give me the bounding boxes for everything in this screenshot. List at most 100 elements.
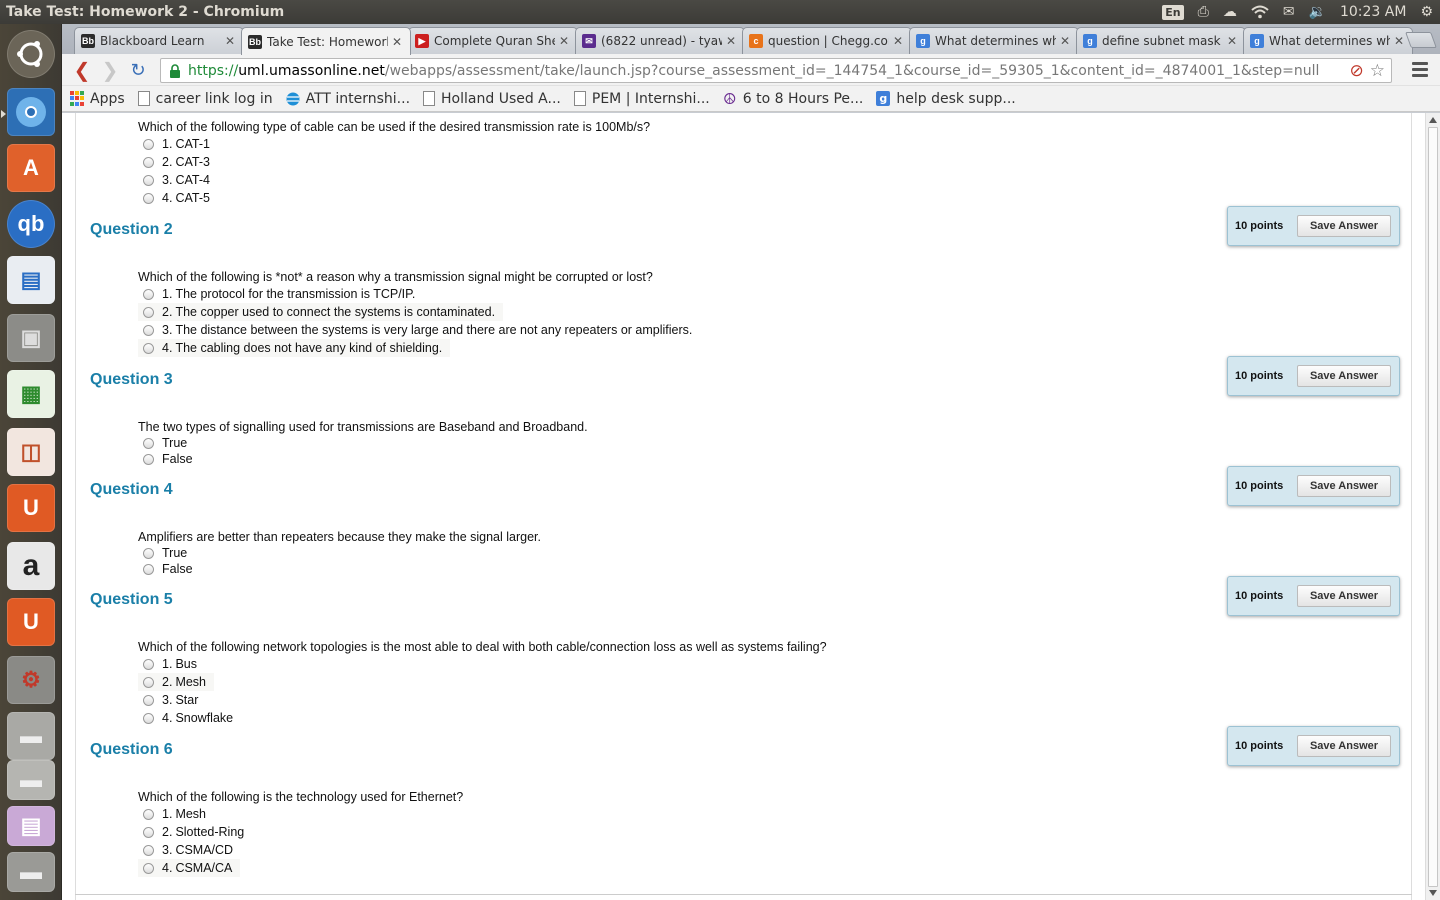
radio-button[interactable] [143,288,154,300]
answer-option[interactable]: 3. CAT-4 [138,171,218,189]
menu-icon[interactable] [1412,60,1428,78]
trash-icon[interactable]: ▬ [7,852,55,892]
url-text[interactable]: https://uml.umassonline.net/webapps/asse… [188,63,1319,79]
clock[interactable]: 10:23 AM [1340,4,1406,20]
radio-button[interactable] [143,156,154,168]
tab-close-icon[interactable]: ✕ [225,34,237,48]
amazon-icon[interactable]: a [7,542,55,590]
tab-close-icon[interactable]: ✕ [559,34,571,48]
new-tab-button[interactable] [1405,32,1437,48]
back-arrow-icon[interactable]: ❮ [70,58,94,82]
files-icon[interactable]: ▣ [7,314,55,362]
tab-7[interactable]: g define subnet mask - ✕ [1076,27,1246,54]
bookmark-help-desk[interactable]: g help desk supp... [876,91,1016,107]
radio-button[interactable] [143,342,154,354]
blocked-content-icon[interactable]: ⊘ [1350,61,1364,81]
answer-option[interactable]: 3. Star [138,691,206,709]
reload-icon[interactable]: ↻ [126,58,150,82]
tab-close-icon[interactable]: ✕ [392,35,404,49]
radio-button[interactable] [143,324,154,336]
save-answer-button[interactable]: Save Answer [1297,365,1391,387]
radio-button[interactable] [143,306,154,318]
save-answer-button[interactable]: Save Answer [1297,735,1391,757]
tab-close-icon[interactable]: ✕ [1394,34,1406,48]
answer-option[interactable]: 2. Slotted-Ring [138,823,252,841]
mail-icon[interactable]: ✉ [1283,4,1295,20]
radio-button[interactable] [143,192,154,204]
cloud-icon[interactable]: ☁ [1223,4,1237,20]
bookmark-att[interactable]: ATT internshi... [286,91,410,107]
writer-icon[interactable]: ▤ [7,256,55,304]
system-settings-icon[interactable]: ⚙ [7,656,55,704]
answer-option[interactable]: False [138,450,201,468]
tab-2[interactable]: Bb Take Test: Homework ✕ [241,27,411,55]
address-bar[interactable]: https://uml.umassonline.net/webapps/asse… [160,58,1392,83]
forward-arrow-icon[interactable]: ❯ [98,58,122,82]
radio-button[interactable] [143,453,154,465]
radio-button[interactable] [143,437,154,449]
calc-icon[interactable]: ▦ [7,370,55,418]
scrollbar-thumb[interactable] [1428,127,1438,887]
radio-button[interactable] [143,712,154,724]
save-answer-button[interactable]: Save Answer [1297,585,1391,607]
radio-button[interactable] [143,547,154,559]
dvd-drive-icon[interactable]: ▬ [7,760,55,800]
wifi-icon[interactable] [1251,5,1269,19]
tab-close-icon[interactable]: ✕ [1227,34,1239,48]
tab-1[interactable]: Bb Blackboard Learn ✕ [74,27,244,54]
answer-option[interactable]: 1. CAT-1 [138,135,218,153]
answer-option[interactable]: 1. Bus [138,655,205,673]
bookmark-6-to-8-hours[interactable]: ☮ 6 to 8 Hours Pe... [723,90,863,108]
printer-icon[interactable]: ⎙ [1198,4,1209,20]
bookmark-career-link[interactable]: career link log in [137,91,273,107]
gear-icon[interactable]: ⚙ [1420,4,1433,20]
keyboard-layout-indicator[interactable]: En [1162,4,1184,20]
bookmark-holland[interactable]: Holland Used A... [423,91,561,107]
qbittorrent-icon[interactable]: qb [7,200,55,248]
radio-button[interactable] [143,174,154,186]
drive-icon[interactable]: ▬ [7,712,55,760]
answer-option[interactable]: 1. The protocol for the transmission is T… [138,285,423,303]
software-center-icon[interactable]: A [7,144,55,192]
volume-icon[interactable]: 🔉 [1309,4,1326,20]
answer-option[interactable]: 2. Mesh [138,673,215,691]
tab-close-icon[interactable]: ✕ [726,34,738,48]
radio-button[interactable] [143,844,154,856]
vertical-scrollbar[interactable] [1425,113,1440,900]
bookmark-star-icon[interactable]: ☆ [1370,61,1385,81]
removable-media-icon[interactable]: ▤ [7,806,55,846]
dash-home-icon[interactable] [7,30,55,78]
ubuntu-one-icon[interactable]: U [7,484,55,532]
scroll-down-arrow-icon[interactable] [1429,890,1437,896]
tab-4[interactable]: ✉ (6822 unread) - tyaw ✕ [575,27,745,54]
bookmark-pem[interactable]: PEM | Internshi... [573,91,710,107]
answer-option[interactable]: 4. CSMA/CA [138,859,241,877]
radio-button[interactable] [143,563,154,575]
tab-3[interactable]: ▶ Complete Quran She ✕ [408,27,578,54]
ubuntu-one-music-icon[interactable]: U [7,598,55,646]
answer-option[interactable]: 2. CAT-3 [138,153,218,171]
answer-option[interactable]: 3. The distance between the systems is ve… [138,321,700,339]
radio-button[interactable] [143,808,154,820]
tab-5[interactable]: c question | Chegg.cor ✕ [742,27,912,54]
radio-button[interactable] [143,658,154,670]
save-answer-button[interactable]: Save Answer [1297,475,1391,497]
answer-option[interactable]: 4. CAT-5 [138,189,218,207]
tab-close-icon[interactable]: ✕ [893,34,905,48]
tab-8[interactable]: g What determines wh ✕ [1243,27,1413,54]
answer-option[interactable]: 4. The cabling does not have any kind of … [138,339,451,357]
chromium-icon[interactable] [7,88,55,136]
impress-icon[interactable]: ◫ [7,428,55,476]
radio-button[interactable] [143,826,154,838]
tab-close-icon[interactable]: ✕ [1060,34,1072,48]
radio-button[interactable] [143,694,154,706]
answer-option[interactable]: 3. CSMA/CD [138,841,241,859]
answer-option[interactable]: 1. Mesh [138,805,214,823]
tab-6[interactable]: g What determines wh ✕ [909,27,1079,54]
radio-button[interactable] [143,138,154,150]
answer-option[interactable]: 4. Snowflake [138,709,241,727]
radio-button[interactable] [143,676,154,688]
bookmark-apps[interactable]: Apps [70,91,125,107]
save-answer-button[interactable]: Save Answer [1297,215,1391,237]
scroll-up-arrow-icon[interactable] [1429,117,1437,123]
